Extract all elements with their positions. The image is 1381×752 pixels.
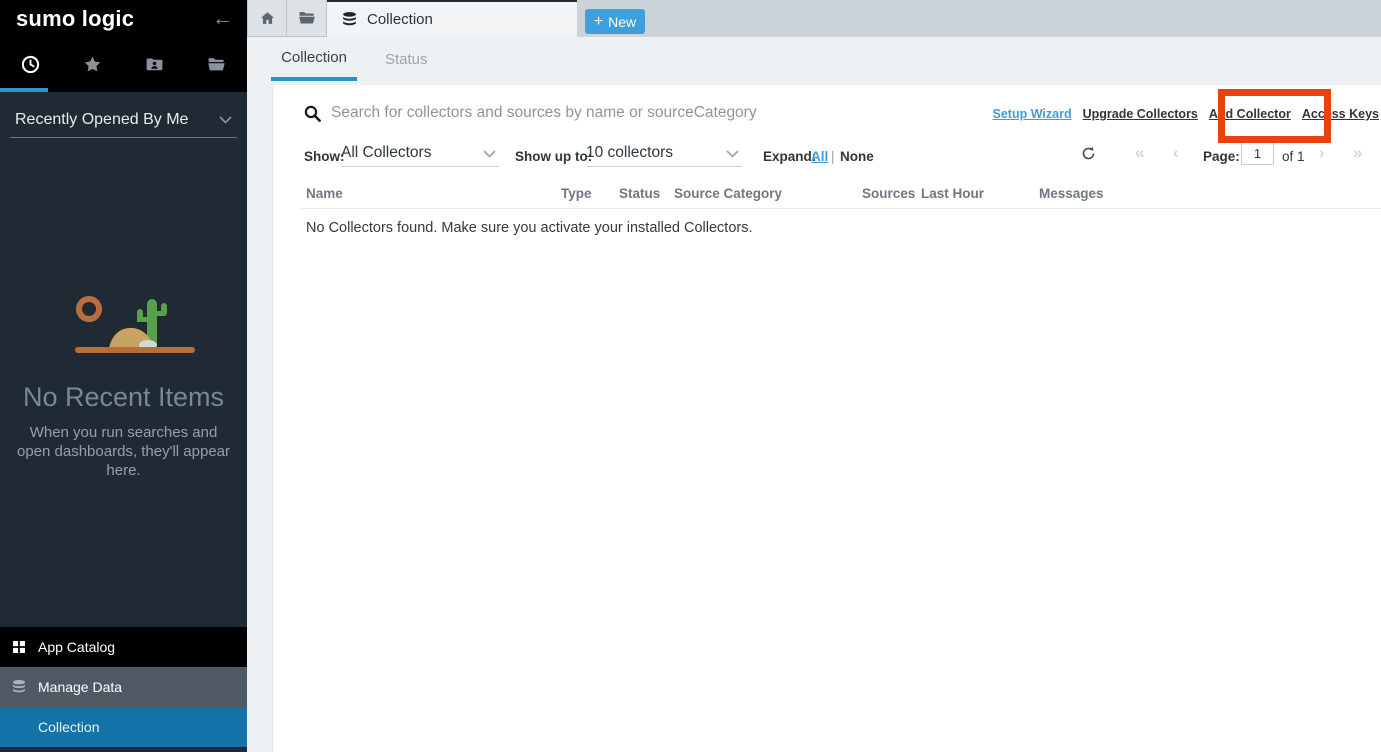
refresh-icon[interactable] xyxy=(1081,146,1096,161)
limit-filter-dropdown[interactable]: 10 collectors xyxy=(586,140,742,167)
expand-label: Expand: xyxy=(763,149,816,164)
sumo-logic-logo: sumo logic xyxy=(16,6,134,32)
last-page-button[interactable]: » xyxy=(1353,143,1362,163)
chevron-down-icon xyxy=(483,150,496,158)
no-recent-items-title: No Recent Items xyxy=(0,382,247,413)
sidebar-item-manage-data[interactable]: Manage Data xyxy=(0,667,247,707)
access-keys-link[interactable]: Access Keys xyxy=(1302,107,1379,121)
page-number-input[interactable] xyxy=(1241,142,1274,165)
sidebar: sumo logic ← Recently Opened By Me xyxy=(0,0,247,752)
column-header-last-hour[interactable]: Last Hour xyxy=(921,186,984,201)
column-header-sources[interactable]: Sources xyxy=(862,186,915,201)
upgrade-collectors-link[interactable]: Upgrade Collectors xyxy=(1083,107,1198,121)
sidebar-nav-icons xyxy=(0,37,247,92)
expand-separator: | xyxy=(831,149,835,164)
column-header-source-category[interactable]: Source Category xyxy=(674,186,782,201)
home-button[interactable] xyxy=(247,0,287,37)
show-filter-dropdown[interactable]: All Collectors xyxy=(341,140,499,167)
column-header-name[interactable]: Name xyxy=(306,186,343,201)
first-page-button[interactable]: « xyxy=(1135,143,1144,163)
desert-illustration xyxy=(49,290,199,362)
folder-icon xyxy=(298,9,316,27)
table-header-divider xyxy=(301,208,1381,209)
recent-dropdown-label: Recently Opened By Me xyxy=(15,111,188,129)
favorites-star-icon[interactable] xyxy=(62,37,124,92)
sidebar-header: sumo logic ← xyxy=(0,0,247,37)
sidebar-item-label: App Catalog xyxy=(38,639,115,655)
subtab-status[interactable]: Status xyxy=(385,37,428,81)
no-recent-items-subtitle: When you run searches and open dashboard… xyxy=(16,423,231,480)
show-filter-value: All Collectors xyxy=(341,144,431,162)
open-folder-button[interactable] xyxy=(287,0,327,37)
limit-filter-label: Show up to: xyxy=(515,149,592,164)
show-filter-label: Show: xyxy=(304,149,345,164)
plus-icon: + xyxy=(594,14,603,30)
database-icon xyxy=(341,11,358,28)
page-label: Page: xyxy=(1203,149,1240,164)
column-header-type[interactable]: Type xyxy=(561,186,592,201)
column-header-messages[interactable]: Messages xyxy=(1039,186,1104,201)
tab-label: Collection xyxy=(367,11,433,28)
sidebar-item-label: Manage Data xyxy=(38,679,122,695)
new-button-label: New xyxy=(608,14,636,30)
chevron-down-icon xyxy=(219,116,232,124)
tab-strip: Collection + New xyxy=(247,0,1381,37)
empty-table-message: No Collectors found. Make sure you activ… xyxy=(306,220,752,236)
main-area: Collection + New Collection Status Setup… xyxy=(247,0,1381,752)
prev-page-button[interactable]: ‹ xyxy=(1173,143,1179,163)
home-icon xyxy=(259,10,276,27)
active-nav-indicator xyxy=(0,88,48,92)
collection-panel: Setup Wizard Upgrade Collectors Add Coll… xyxy=(272,85,1381,752)
recent-dropdown[interactable]: Recently Opened By Me xyxy=(10,103,237,138)
toolbar-links: Setup Wizard Upgrade Collectors Add Coll… xyxy=(993,107,1379,121)
database-icon xyxy=(0,679,38,695)
sidebar-bottom-menu: App Catalog Manage Data Collection xyxy=(0,627,247,747)
setup-wizard-link[interactable]: Setup Wizard xyxy=(993,107,1072,121)
new-button[interactable]: + New xyxy=(585,9,645,34)
expand-all-link[interactable]: All xyxy=(811,149,828,164)
recent-clock-icon[interactable] xyxy=(0,37,62,92)
subtab-collection[interactable]: Collection xyxy=(271,37,357,81)
sidebar-item-app-catalog[interactable]: App Catalog xyxy=(0,627,247,667)
search-input[interactable] xyxy=(331,99,951,127)
column-header-status[interactable]: Status xyxy=(619,186,660,201)
add-collector-link[interactable]: Add Collector xyxy=(1209,107,1291,121)
search-icon xyxy=(304,105,321,122)
sidebar-item-collection[interactable]: Collection xyxy=(0,707,247,747)
app-grid-icon xyxy=(0,639,38,655)
limit-filter-value: 10 collectors xyxy=(586,144,673,162)
library-folder-icon[interactable] xyxy=(185,37,247,92)
sidebar-item-label: Collection xyxy=(38,719,99,735)
next-page-button[interactable]: › xyxy=(1319,143,1325,163)
page-count: of 1 xyxy=(1282,149,1305,164)
expand-none-link[interactable]: None xyxy=(840,149,874,164)
shared-content-icon[interactable] xyxy=(124,37,186,92)
tab-collection[interactable]: Collection xyxy=(327,0,577,37)
chevron-down-icon xyxy=(726,150,739,158)
subtab-bar: Collection Status xyxy=(247,37,1381,85)
collapse-sidebar-icon[interactable]: ← xyxy=(212,8,233,29)
